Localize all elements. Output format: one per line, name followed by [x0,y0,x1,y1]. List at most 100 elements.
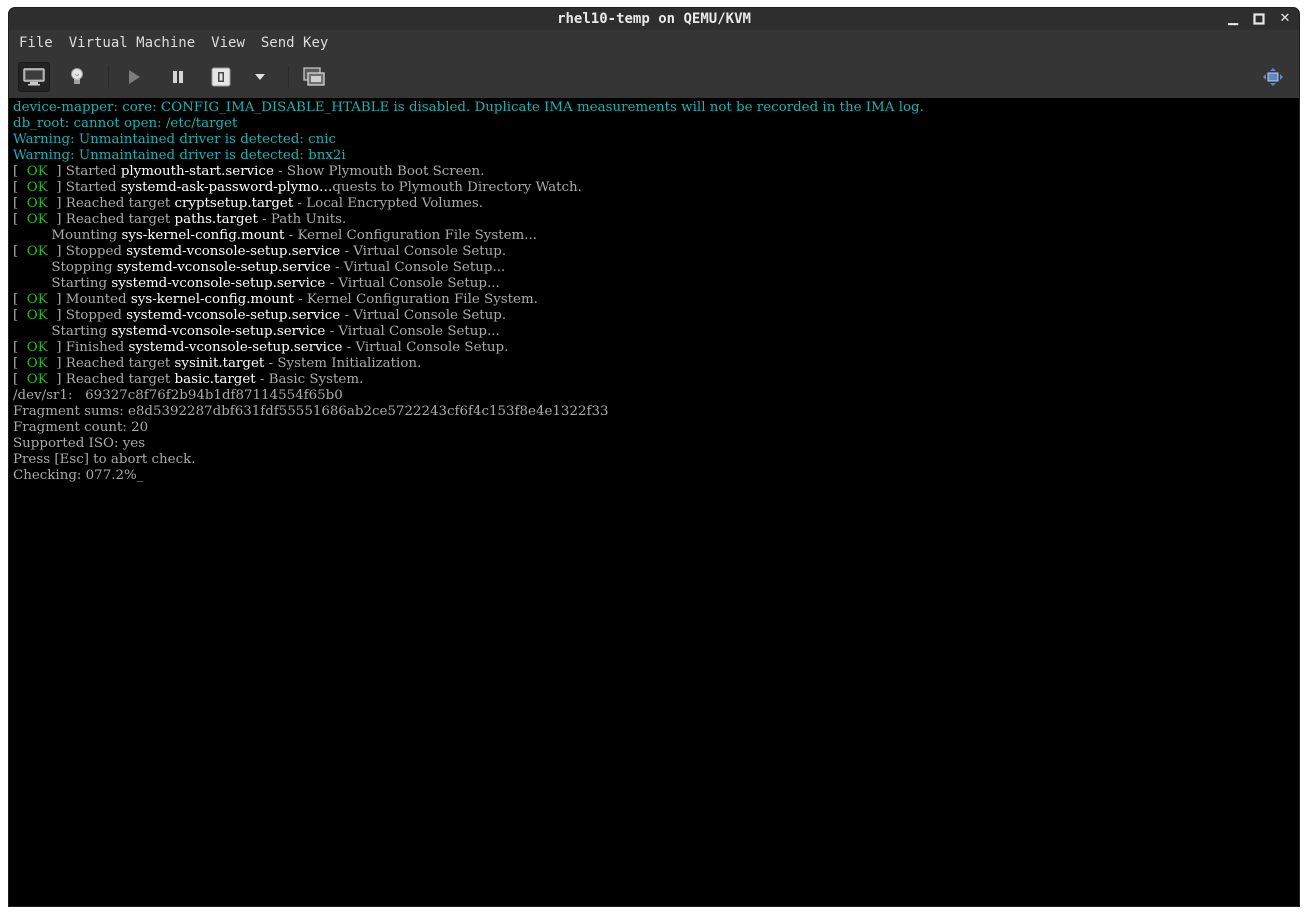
run-icon[interactable] [118,62,150,92]
vm-console-screen[interactable]: device-mapper: core: CONFIG_IMA_DISABLE_… [9,99,1299,906]
console-line: [ OK ] Reached target basic.target - Bas… [13,372,1295,388]
systemd-unit-name: systemd-vconsole-setup.service [126,244,341,259]
shutdown-icon[interactable] [205,62,237,92]
console-line: [ OK ] Finished systemd-vconsole-setup.s… [13,340,1295,356]
systemd-unit-name: plymouth-start.service [120,164,274,179]
console-line: Mounting sys-kernel-config.mount - Kerne… [13,228,1295,244]
resize-to-vm-icon[interactable] [1257,62,1289,92]
status-verb: Mounting [51,228,122,243]
console-output: Checking: 077.2% [13,468,137,483]
status-ok-badge: OK [26,164,48,179]
console-line: [ OK ] Started plymouth-start.service - … [13,164,1295,180]
status-ok-badge: OK [26,340,48,355]
status-bracket-close: ] [47,372,66,387]
snapshots-icon[interactable] [298,62,330,92]
unit-description: - Basic System. [255,372,364,387]
console-line: Starting systemd-vconsole-setup.service … [13,324,1295,340]
status-bracket-open: [ [13,292,27,307]
menu-send-key[interactable]: Send Key [253,31,336,55]
kernel-message: Warning: Unmaintained driver is detected… [13,132,337,147]
maximize-icon[interactable] [1250,10,1268,28]
console-line: [ OK ] Reached target paths.target - Pat… [13,212,1295,228]
status-bracket-close: ] [47,212,66,227]
systemd-unit-name: cryptsetup.target [174,196,294,211]
console-line: Press [Esc] to abort check. [13,452,1295,468]
unit-description: - Virtual Console Setup... [325,324,500,339]
minimize-icon[interactable]: ▁ [1224,10,1242,28]
console-line: Warning: Unmaintained driver is detected… [13,148,1295,164]
toolbar-separator [288,66,289,88]
console-line: [ OK ] Stopped systemd-vconsole-setup.se… [13,308,1295,324]
console-line: Supported ISO: yes [13,436,1295,452]
systemd-unit-name: systemd-vconsole-setup.service [116,260,331,275]
unit-description: - Virtual Console Setup... [330,260,506,275]
menu-virtual-machine[interactable]: Virtual Machine [61,31,203,55]
window-title: rhel10-temp on QEMU/KVM [557,11,751,27]
status-bracket-open: [ [13,356,27,371]
vm-window: rhel10-temp on QEMU/KVM ▁ ✕ File Virtual… [9,8,1299,906]
pause-icon[interactable] [162,62,194,92]
status-ok-badge: OK [26,308,48,323]
console-display-icon[interactable] [18,62,50,92]
status-verb: Reached target [65,372,175,387]
unit-description: - Virtual Console Setup. [340,308,507,323]
status-bracket-close: ] [47,244,66,259]
console-line: Fragment sums: e8d5392287dbf631fdf555516… [13,404,1295,420]
systemd-unit-name: sys-kernel-config.mount [121,228,285,243]
menu-bar: File Virtual Machine View Send Key [9,30,1299,56]
menu-view[interactable]: View [203,31,253,55]
console-line: Fragment count: 20 [13,420,1295,436]
status-verb: Starting [51,276,112,291]
status-verb: Starting [51,324,112,339]
status-verb: Stopped [65,308,127,323]
status-indent [13,228,51,243]
title-bar[interactable]: rhel10-temp on QEMU/KVM ▁ ✕ [9,8,1299,30]
status-ok-badge: OK [26,196,48,211]
systemd-unit-name: systemd-vconsole-setup.service [128,340,343,355]
status-ok-badge: OK [26,180,48,195]
status-verb: Reached target [65,212,175,227]
console-output: Fragment sums: e8d5392287dbf631fdf555516… [13,404,609,419]
systemd-unit-name: paths.target [174,212,258,227]
menu-file[interactable]: File [11,31,61,55]
console-line: Checking: 077.2%_ [13,468,1295,484]
close-icon[interactable]: ✕ [1276,10,1294,28]
status-verb: Stopping [51,260,117,275]
status-verb: Stopped [65,244,127,259]
text-cursor: _ [136,468,144,483]
status-ok-badge: OK [26,292,48,307]
status-bracket-close: ] [47,164,66,179]
unit-description: - Virtual Console Setup... [325,276,500,291]
console-line: Stopping systemd-vconsole-setup.service … [13,260,1295,276]
systemd-unit-name: sys-kernel-config.mount [130,292,294,307]
kernel-message: Warning: Unmaintained driver is detected… [13,148,346,163]
kernel-message: device-mapper: core: CONFIG_IMA_DISABLE_… [13,100,924,115]
toolbar-separator [108,66,109,88]
unit-description: - Kernel Configuration File System... [284,228,537,243]
unit-description: - Virtual Console Setup. [342,340,509,355]
console-line: [ OK ] Reached target sysinit.target - S… [13,356,1295,372]
shutdown-menu-chevron-icon[interactable] [244,62,276,92]
status-bracket-open: [ [13,308,27,323]
console-output: Supported ISO: yes [13,436,146,451]
console-line: db_root: cannot open: /etc/target [13,116,1295,132]
status-indent [13,260,51,275]
status-bracket-open: [ [13,340,27,355]
status-verb: Reached target [65,356,175,371]
status-verb: Finished [65,340,129,355]
systemd-unit-name: systemd-vconsole-setup.service [111,324,326,339]
status-ok-badge: OK [26,212,48,227]
console-line: /dev/sr1: 69327c8f76f2b94b1df87114554f65… [13,388,1295,404]
console-line: Starting systemd-vconsole-setup.service … [13,276,1295,292]
status-bracket-close: ] [47,356,66,371]
status-bracket-open: [ [13,180,27,195]
console-line: [ OK ] Stopped systemd-vconsole-setup.se… [13,244,1295,260]
details-lightbulb-icon[interactable] [61,62,93,92]
systemd-unit-name: systemd-ask-password-plymo… [120,180,333,195]
console-line: [ OK ] Reached target cryptsetup.target … [13,196,1295,212]
status-bracket-open: [ [13,212,27,227]
status-verb: Mounted [65,292,131,307]
status-ok-badge: OK [26,244,48,259]
status-verb: Started [65,164,121,179]
status-bracket-open: [ [13,372,27,387]
